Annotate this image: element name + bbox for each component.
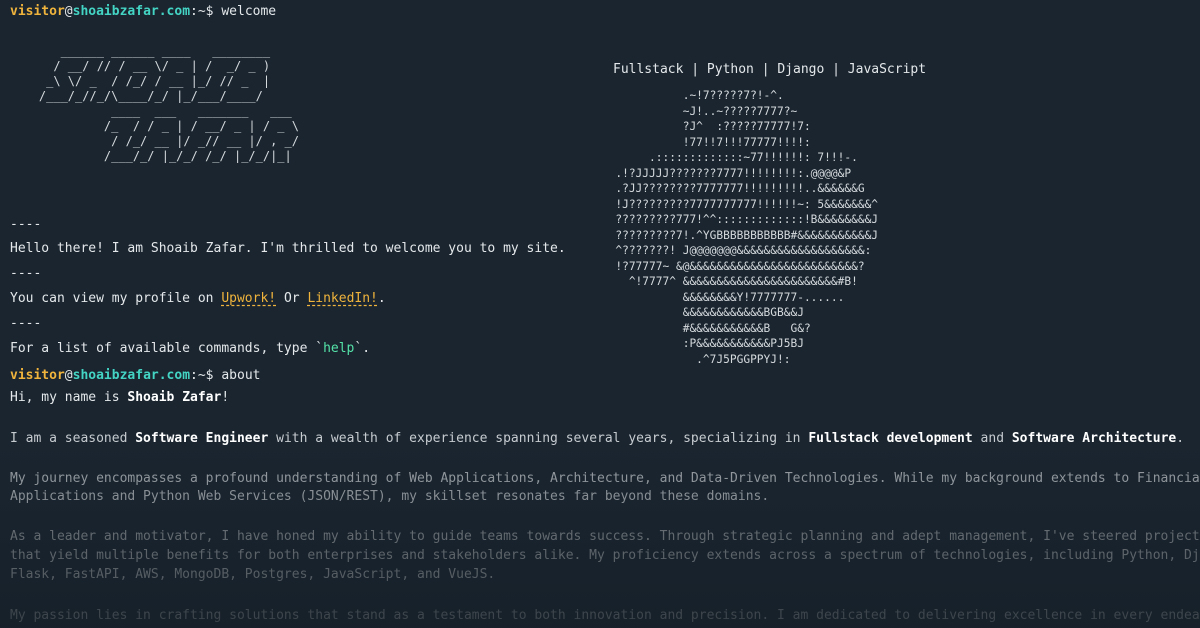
intro-prefix: Hi, my name is	[10, 390, 128, 405]
p1-bold-software-engineer: Software Engineer	[135, 431, 269, 446]
separator: ----	[10, 266, 42, 281]
upwork-link[interactable]: Upwork!	[221, 291, 276, 306]
greeting-text: Hello there! I am Shoaib Zafar. I'm thri…	[10, 241, 566, 256]
command-welcome: welcome	[221, 4, 277, 19]
prompt-host: shoaibzafar.com	[72, 4, 191, 19]
separator: ----	[10, 316, 42, 331]
p1-bold-fullstack: Fullstack development	[808, 431, 973, 446]
p1-text: .	[1176, 431, 1185, 446]
about-intro: Hi, my name is Shoaib Zafar!	[10, 390, 229, 406]
prompt-path: :~$	[190, 4, 214, 19]
profile-prefix: You can view my profile on	[10, 291, 222, 306]
about-paragraph-2-line-1: My journey encompasses a profound unders…	[10, 471, 1200, 486]
help-keyword[interactable]: help	[323, 341, 354, 356]
prompt-path: :~$	[190, 368, 214, 383]
tagline: Fullstack | Python | Django | JavaScript	[613, 62, 927, 77]
about-paragraph-4-line-1: My passion lies in crafting solutions th…	[10, 608, 1200, 623]
about-paragraph-3-line-2: that yield multiple benefits for both en…	[10, 548, 1200, 563]
prompt-line-welcome: visitor@shoaibzafar.com:~$ welcome	[10, 4, 276, 20]
prompt-user: visitor	[10, 4, 65, 19]
terminal[interactable]: visitor@shoaibzafar.com:~$ welcome _____…	[0, 0, 1200, 628]
profile-suffix: .	[377, 291, 386, 306]
or-text: Or	[276, 291, 308, 306]
about-paragraph-2-line-2: Applications and Python Web Services (JS…	[10, 489, 770, 504]
linkedin-link[interactable]: LinkedIn!	[307, 291, 377, 306]
profile-line: You can view my profile on Upwork! Or Li…	[10, 291, 386, 307]
p1-text: with a wealth of experience spanning sev…	[268, 431, 809, 446]
prompt-at: @	[64, 4, 73, 19]
about-paragraph-3-line-1: As a leader and motivator, I have honed …	[10, 529, 1200, 544]
separator: ----	[10, 217, 42, 232]
help-suffix: `.	[354, 341, 371, 356]
about-paragraph-1: I am a seasoned Software Engineer with a…	[10, 431, 1184, 447]
intro-suffix: !	[221, 390, 230, 405]
prompt-line-about: visitor@shoaibzafar.com:~$ about	[10, 368, 260, 384]
help-line: For a list of available commands, type `…	[10, 341, 370, 357]
about-paragraph-3-line-3: Flask, FastAPI, AWS, MongoDB, Postgres, …	[10, 567, 496, 582]
prompt-user: visitor	[10, 368, 65, 383]
author-name: Shoaib Zafar	[127, 390, 222, 405]
ascii-logo: ______ ______ ____ ________ / __/ // / _…	[38, 44, 299, 163]
help-prefix: For a list of available commands, type `	[10, 341, 324, 356]
command-about: about	[221, 368, 261, 383]
p1-text: and	[972, 431, 1012, 446]
p1-bold-architecture: Software Architecture	[1011, 431, 1177, 446]
ascii-portrait: .~!7?????7?!-^. ~J!..~?????7777?~ ?J^ :?…	[615, 89, 879, 366]
prompt-at: @	[64, 368, 73, 383]
prompt-host: shoaibzafar.com	[72, 368, 191, 383]
p1-text: I am a seasoned	[10, 431, 136, 446]
